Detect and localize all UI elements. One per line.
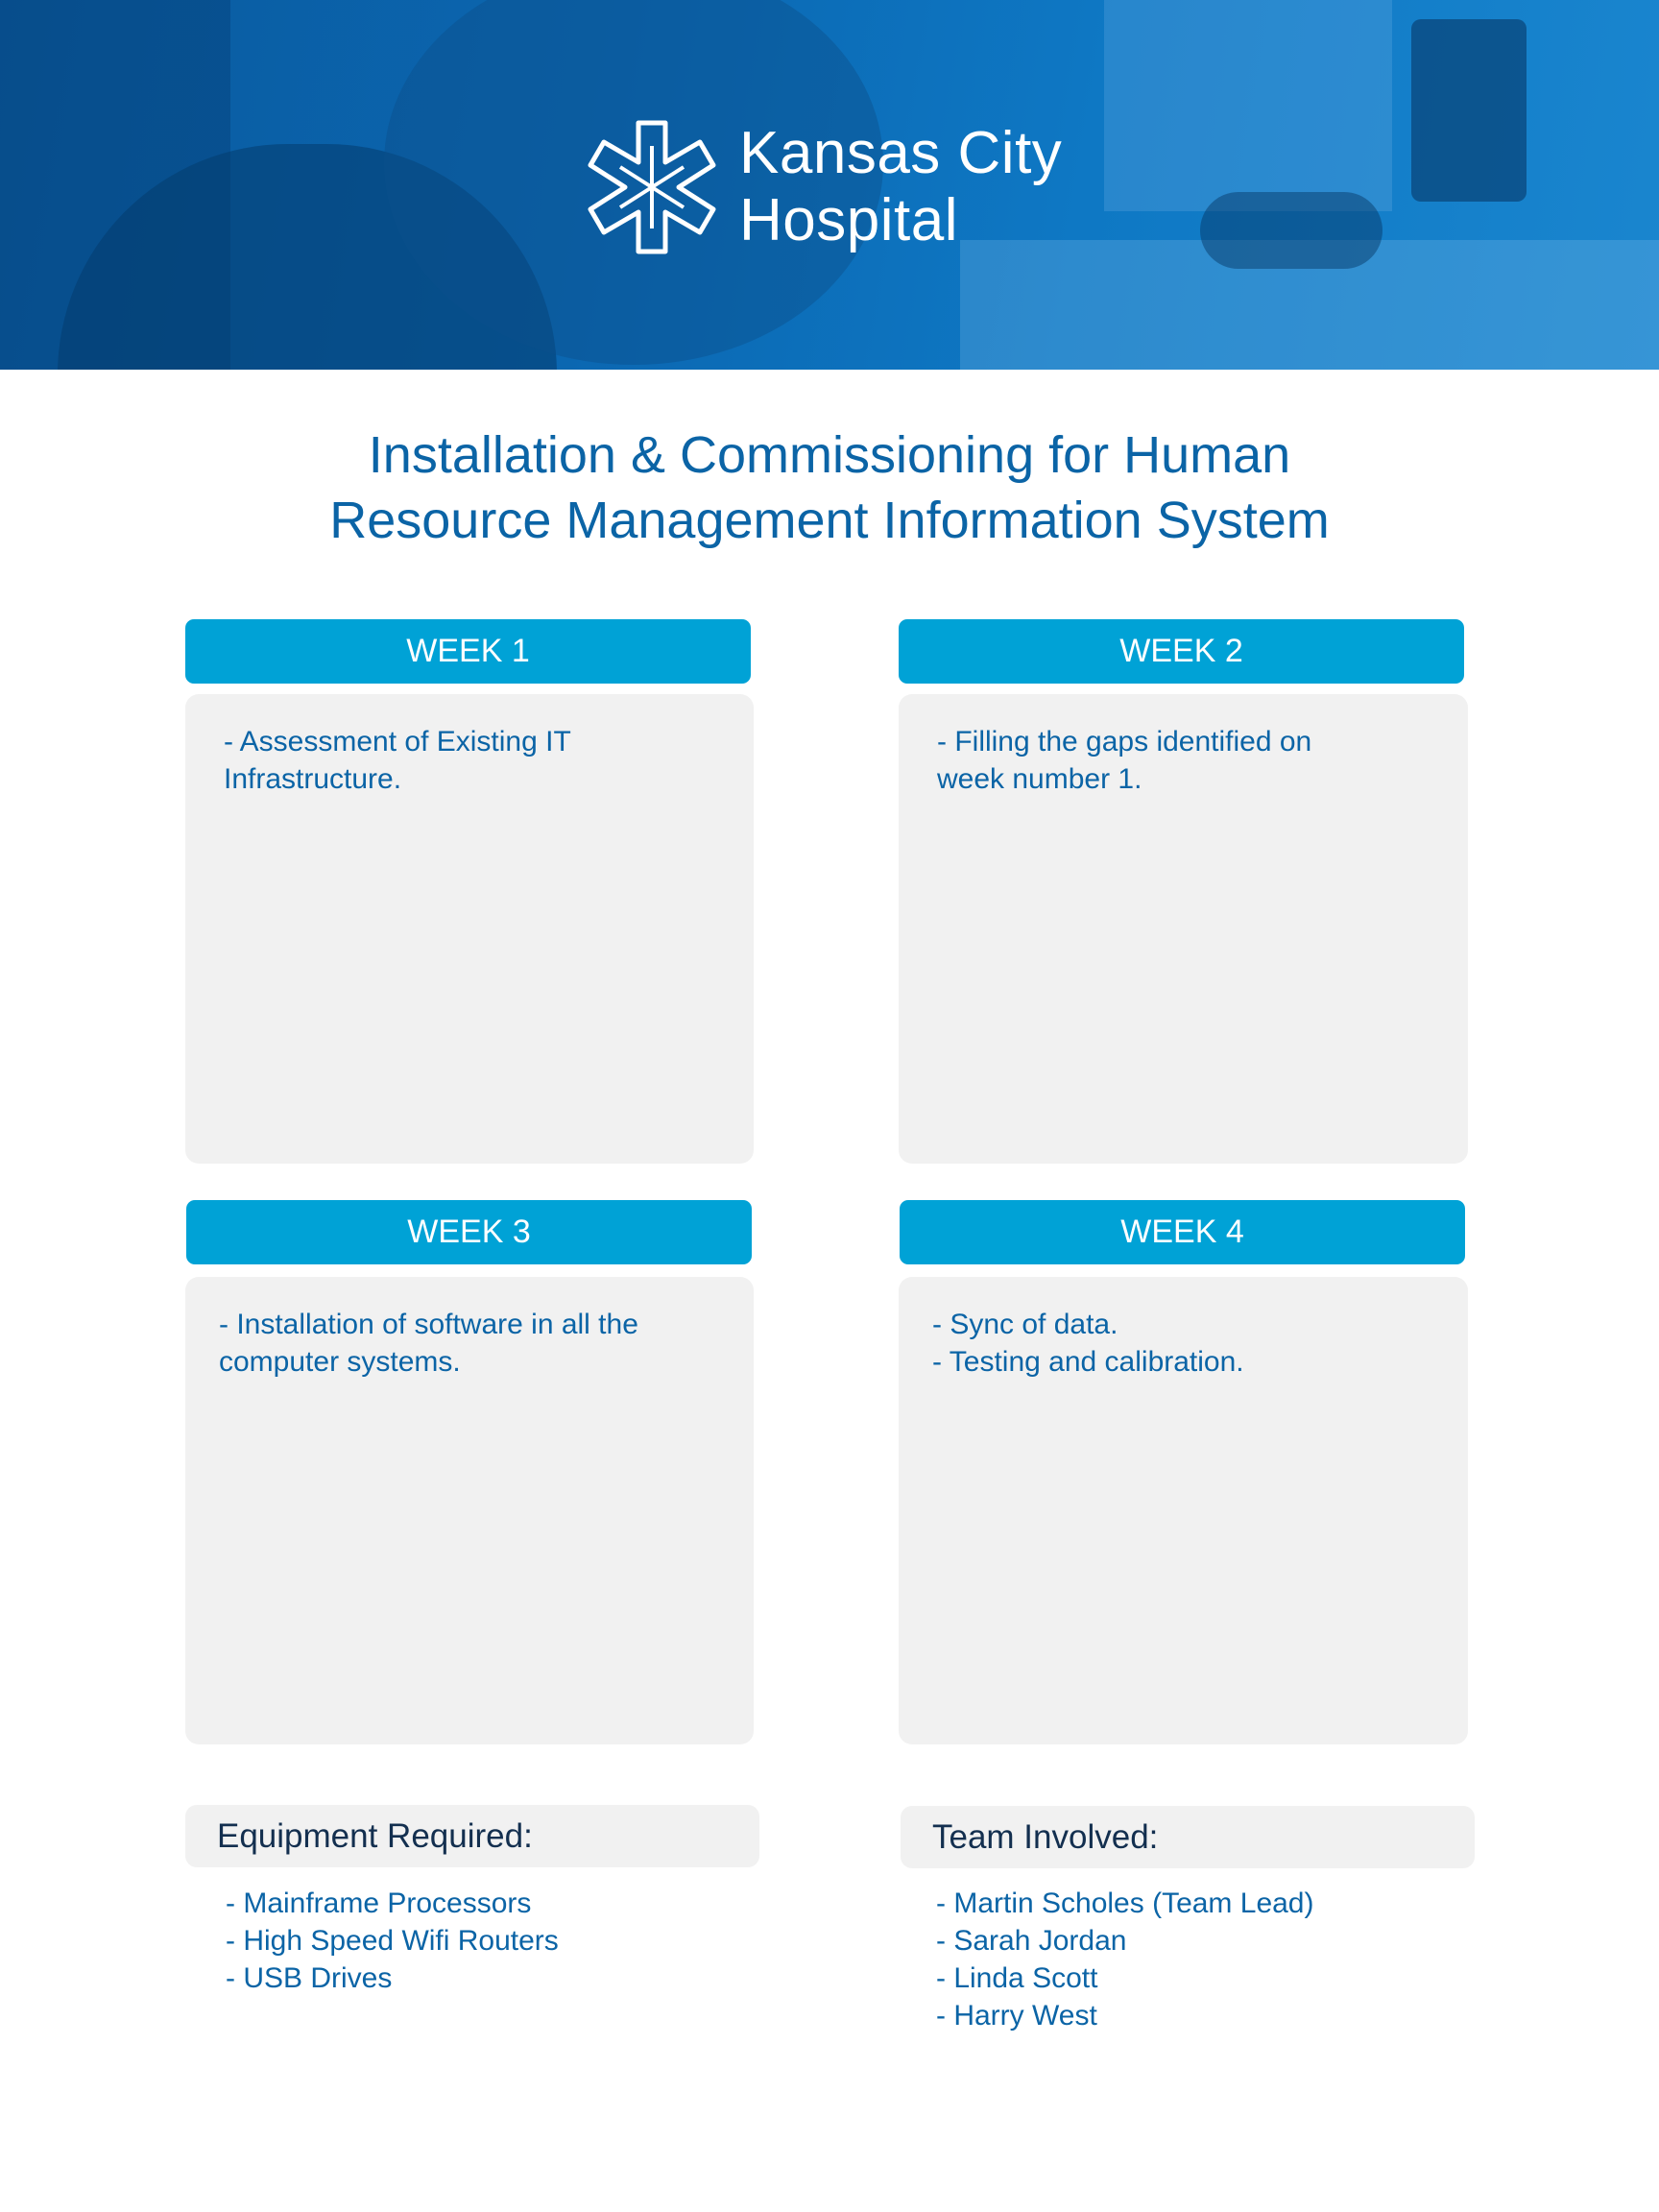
- hospital-name-line2: Hospital: [739, 187, 958, 253]
- document-title-line1: Installation & Commissioning for Human: [368, 426, 1291, 484]
- equipment-heading: Equipment Required:: [185, 1805, 759, 1867]
- week-4-header: WEEK 4: [900, 1200, 1465, 1264]
- week-1-item: - Assessment of Existing IT: [224, 726, 571, 757]
- header-banner: Kansas City Hospital: [0, 0, 1659, 370]
- week-1-header: WEEK 1: [185, 619, 751, 684]
- banner-photo-mouse: [1200, 192, 1382, 269]
- team-member: - Harry West: [936, 2000, 1097, 2032]
- hospital-name-line1: Kansas City: [739, 120, 1063, 186]
- equipment-item: - USB Drives: [226, 1962, 393, 1994]
- week-2-item: week number 1.: [937, 763, 1142, 795]
- team-member: - Martin Scholes (Team Lead): [936, 1887, 1314, 1919]
- week-4-item: - Sync of data.: [932, 1309, 1118, 1340]
- week-3-item: - Installation of software in all the: [219, 1309, 638, 1340]
- week-3-header: WEEK 3: [186, 1200, 752, 1264]
- star-of-life-icon: [588, 120, 716, 254]
- week-2-item: - Filling the gaps identified on: [937, 726, 1312, 757]
- week-1-item: Infrastructure.: [224, 763, 402, 795]
- banner-photo-monitor: [1104, 0, 1392, 211]
- week-1-panel: - Assessment of Existing IT Infrastructu…: [185, 694, 754, 1164]
- banner-photo-speaker: [1411, 19, 1527, 202]
- week-4-item: - Testing and calibration.: [932, 1346, 1244, 1378]
- week-3-panel: - Installation of software in all the co…: [185, 1277, 754, 1744]
- week-3-item: computer systems.: [219, 1346, 461, 1378]
- equipment-list: - Mainframe Processors - High Speed Wifi…: [226, 1885, 763, 1997]
- week-4-panel: - Sync of data. - Testing and calibratio…: [899, 1277, 1468, 1744]
- team-member: - Linda Scott: [936, 1962, 1098, 1994]
- team-member: - Sarah Jordan: [936, 1925, 1127, 1957]
- document-title: Installation & Commissioning for Human R…: [157, 422, 1502, 553]
- team-list: - Martin Scholes (Team Lead) - Sarah Jor…: [936, 1885, 1474, 2034]
- equipment-item: - Mainframe Processors: [226, 1887, 532, 1919]
- week-2-panel: - Filling the gaps identified on week nu…: [899, 694, 1468, 1164]
- hospital-logo: Kansas City Hospital: [586, 117, 1062, 257]
- document-title-line2: Resource Management Information System: [329, 492, 1330, 549]
- equipment-item: - High Speed Wifi Routers: [226, 1925, 559, 1957]
- hospital-name: Kansas City Hospital: [739, 120, 1062, 254]
- team-heading: Team Involved:: [901, 1806, 1475, 1868]
- week-2-header: WEEK 2: [899, 619, 1464, 684]
